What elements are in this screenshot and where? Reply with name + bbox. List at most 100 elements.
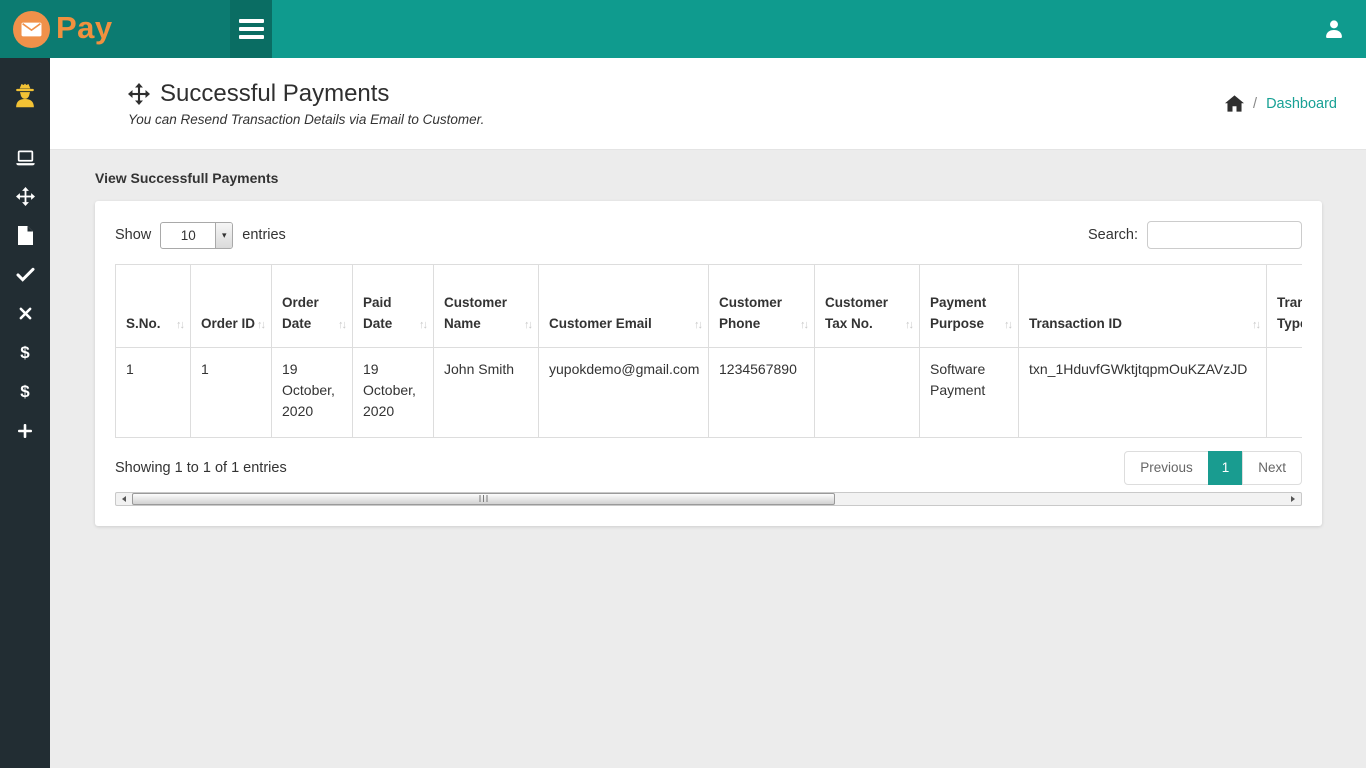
chevron-down-icon: ▾ <box>215 223 232 248</box>
payments-card: Show 10 ▾ entries Search: S.No.↑↓Order I… <box>95 201 1322 526</box>
page-1-button[interactable]: 1 <box>1208 451 1244 485</box>
breadcrumb: / Dashboard <box>1225 95 1337 112</box>
user-icon <box>1323 18 1345 40</box>
sort-icon: ↑↓ <box>694 317 701 334</box>
page-title-block: Successful Payments You can Resend Trans… <box>128 80 484 127</box>
column-header-transaction-type[interactable]: Transaction Type↑↓ <box>1267 265 1303 348</box>
table-cell: 1234567890 <box>709 348 815 438</box>
content-area: View Successfull Payments Show 10 ▾ entr… <box>50 150 1366 768</box>
page-length-select[interactable]: 10 ▾ <box>160 222 233 249</box>
main-area: Successful Payments You can Resend Trans… <box>50 58 1366 768</box>
column-label: Transaction ID <box>1029 316 1122 331</box>
column-label: Order Date <box>282 295 319 331</box>
table-cell: 19 October, 2020 <box>353 348 434 438</box>
table-cell <box>1267 348 1303 438</box>
sidebar-item[interactable] <box>0 294 50 333</box>
column-header-customer-email[interactable]: Customer Email ↑↓ <box>539 265 709 348</box>
table-cell <box>815 348 920 438</box>
sort-icon: ↑↓ <box>176 317 183 334</box>
topbar-spacer <box>272 0 1302 58</box>
page-title: Successful Payments <box>160 80 389 108</box>
sort-icon: ↑↓ <box>338 317 345 334</box>
table-row: 1119 October, 202019 October, 2020John S… <box>116 348 1303 438</box>
table-cell: 1 <box>116 348 191 438</box>
page-length-value: 10 <box>161 223 215 248</box>
table-cell: yupokdemo@gmail.com <box>539 348 709 438</box>
laptop-icon <box>15 149 36 167</box>
home-icon[interactable] <box>1225 95 1244 112</box>
sidebar-item[interactable]: $ <box>0 333 50 372</box>
move-icon <box>128 83 150 105</box>
table-cell: 19 October, 2020 <box>272 348 353 438</box>
horizontal-scrollbar[interactable] <box>115 492 1302 506</box>
scrollbar-thumb[interactable] <box>132 493 835 505</box>
column-header-order-date[interactable]: Order Date ↑↓ <box>272 265 353 348</box>
column-label: Order ID <box>201 316 255 331</box>
sort-icon: ↑↓ <box>1004 317 1011 334</box>
column-label: Transaction Type <box>1277 295 1302 331</box>
envelope-icon <box>13 11 50 48</box>
payments-table: S.No.↑↓Order ID↑↓Order Date↑↓Paid Date↑↓… <box>115 264 1302 438</box>
breadcrumb-separator: / <box>1253 96 1257 112</box>
show-label: Show <box>115 227 151 243</box>
sidebar-item[interactable] <box>0 411 50 450</box>
scrollbar-track[interactable] <box>132 493 1285 505</box>
sort-icon: ↑↓ <box>524 317 531 334</box>
table-scroll-region: S.No.↑↓Order ID↑↓Order Date↑↓Paid Date↑↓… <box>115 264 1302 438</box>
sidebar-item[interactable] <box>0 255 50 294</box>
hamburger-icon[interactable] <box>230 0 272 58</box>
search-control: Search: <box>1088 221 1302 249</box>
table-info: Showing 1 to 1 of 1 entries <box>115 460 287 476</box>
sort-icon: ↑↓ <box>257 317 264 334</box>
scroll-right-arrow-icon[interactable] <box>1285 493 1301 505</box>
check-icon <box>16 267 35 282</box>
next-page-button[interactable]: Next <box>1242 451 1302 485</box>
column-header-payment-purpose[interactable]: Payment Purpose↑↓ <box>920 265 1019 348</box>
column-header-transaction-id[interactable]: Transaction ID↑↓ <box>1019 265 1267 348</box>
spy-icon <box>11 82 39 110</box>
sidebar-item[interactable] <box>0 216 50 255</box>
sort-icon: ↑↓ <box>419 317 426 334</box>
entries-label: entries <box>242 227 286 243</box>
column-header-customer-name[interactable]: Customer Name ↑↓ <box>434 265 539 348</box>
page-subtitle: You can Resend Transaction Details via E… <box>128 112 484 127</box>
table-cell: Software Payment <box>920 348 1019 438</box>
top-header: Pay <box>0 0 1366 58</box>
previous-page-button[interactable]: Previous <box>1124 451 1209 485</box>
table-header-row: S.No.↑↓Order ID↑↓Order Date↑↓Paid Date↑↓… <box>116 265 1303 348</box>
search-input[interactable] <box>1147 221 1302 249</box>
table-cell: John Smith <box>434 348 539 438</box>
column-header-s-no[interactable]: S.No. ↑↓ <box>116 265 191 348</box>
column-header-customer-phone[interactable]: Customer Phone↑↓ <box>709 265 815 348</box>
user-menu-button[interactable] <box>1302 0 1366 58</box>
column-header-customer-tax-no[interactable]: Customer Tax No. ↑↓ <box>815 265 920 348</box>
sidebar-item[interactable]: $ <box>0 372 50 411</box>
file-icon <box>18 226 33 245</box>
sidebar-item[interactable] <box>0 177 50 216</box>
breadcrumb-link-dashboard[interactable]: Dashboard <box>1266 96 1337 112</box>
close-icon <box>19 307 32 320</box>
scroll-left-arrow-icon[interactable] <box>116 493 132 505</box>
column-label: Customer Tax No. <box>825 295 888 331</box>
brand-name: Pay <box>56 12 113 47</box>
dollar-icon: $ <box>20 343 29 363</box>
column-label: Customer Email <box>549 316 652 331</box>
column-label: Paid Date <box>363 295 392 331</box>
table-cell: 1 <box>191 348 272 438</box>
column-header-order-id[interactable]: Order ID↑↓ <box>191 265 272 348</box>
section-title: View Successfull Payments <box>95 170 1322 186</box>
pagination: Previous 1 Next <box>1124 451 1302 485</box>
table-cell: txn_1HduvfGWktjtqpmOuKZAVzJD <box>1019 348 1267 438</box>
sidebar-item[interactable] <box>0 138 50 177</box>
plus-icon <box>18 424 32 438</box>
brand-logo[interactable]: Pay <box>0 0 230 58</box>
column-header-paid-date[interactable]: Paid Date ↑↓ <box>353 265 434 348</box>
column-label: Customer Name <box>444 295 507 331</box>
table-footer: Showing 1 to 1 of 1 entries Previous 1 N… <box>115 451 1302 485</box>
page-length-control: Show 10 ▾ entries <box>115 222 286 249</box>
sidebar: $$ <box>0 58 50 768</box>
column-label: S.No. <box>126 316 161 331</box>
column-label: Customer Phone <box>719 295 782 331</box>
sidebar-item[interactable] <box>0 68 50 124</box>
sort-icon: ↑↓ <box>905 317 912 334</box>
